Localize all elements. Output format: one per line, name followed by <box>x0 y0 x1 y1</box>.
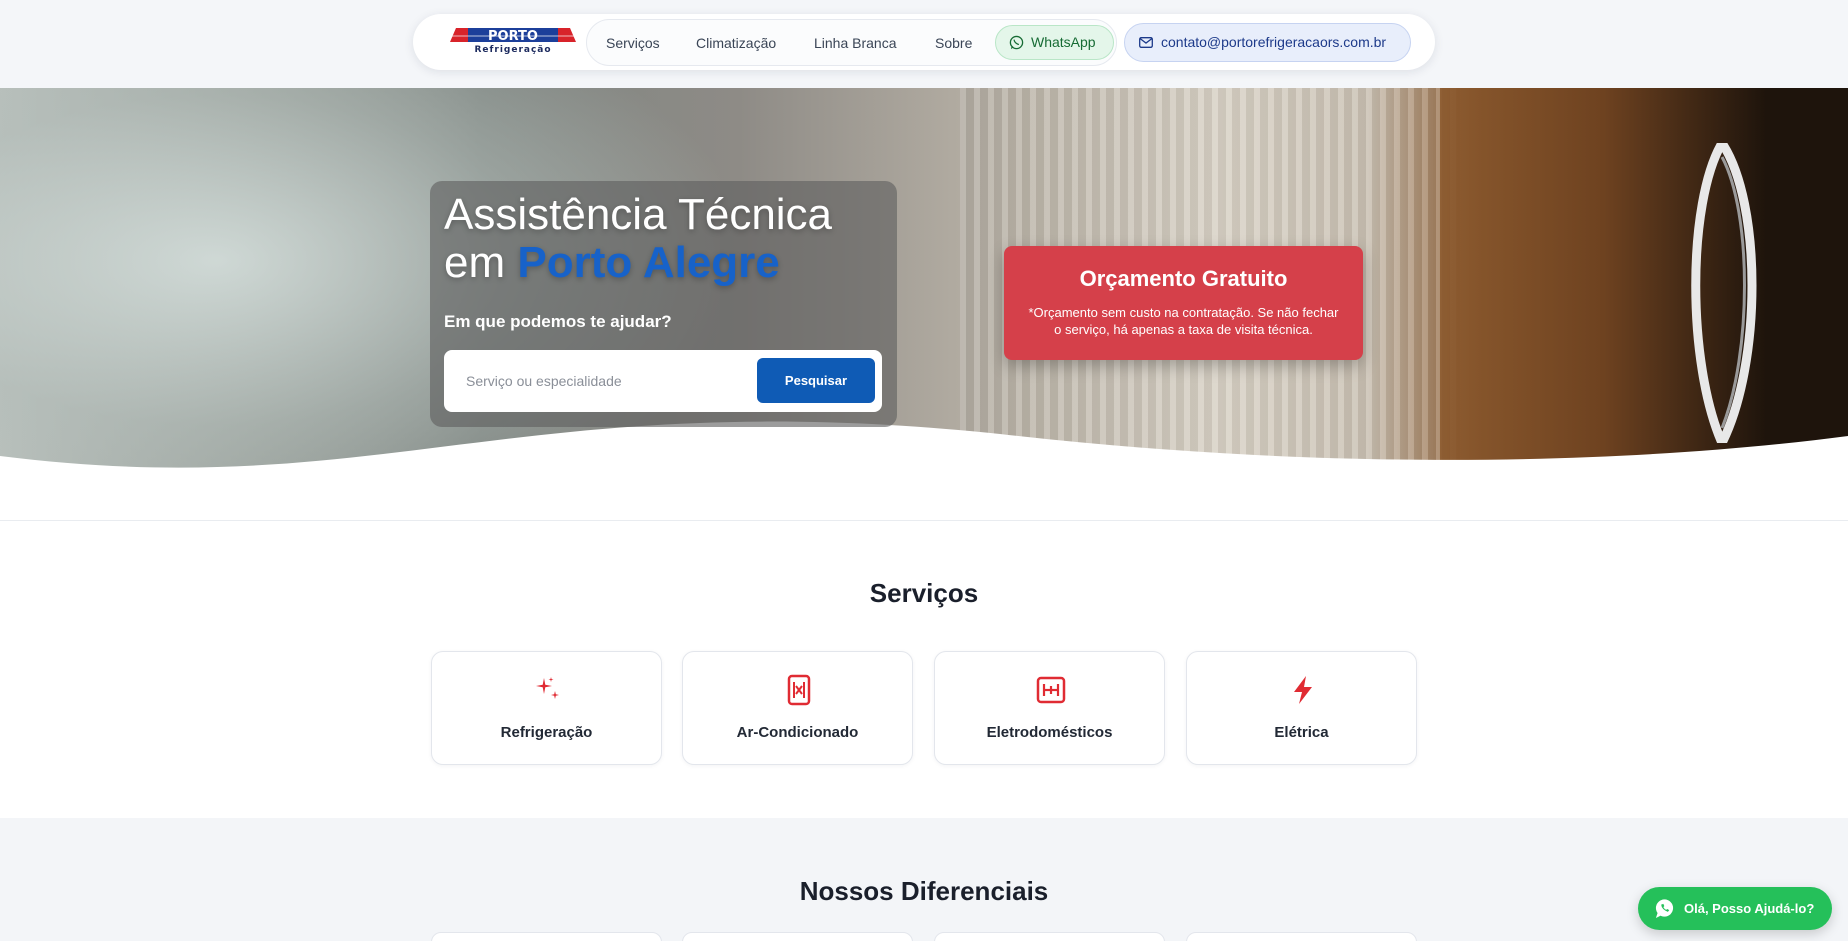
nav-item-sobre[interactable]: Sobre <box>935 20 972 67</box>
service-label: Eletrodomésticos <box>986 724 1113 741</box>
whatsapp-icon <box>1009 35 1024 50</box>
nav-item-climatizacao[interactable]: Climatização <box>696 20 776 67</box>
email-link[interactable]: contato@portorefrigeracaors.com.br <box>1124 23 1411 62</box>
search-button[interactable]: Pesquisar <box>757 358 875 403</box>
brand-logo[interactable]: PORTO Refrigeração <box>450 26 576 56</box>
differential-card <box>1186 932 1417 941</box>
hero-question: Em que podemos te ajudar? <box>444 312 672 331</box>
services-title: Serviços <box>869 578 979 608</box>
logo-text: PORTO <box>488 29 538 44</box>
hero-title: Assistência Técnica em Porto Alegre <box>444 191 884 287</box>
nav-item-linha-branca[interactable]: Linha Branca <box>814 20 897 67</box>
free-quote-banner[interactable]: Orçamento Gratuito *Orçamento sem custo … <box>1004 246 1363 360</box>
service-card-eletrica[interactable]: Elétrica <box>1186 651 1417 765</box>
service-label: Elétrica <box>1274 724 1329 741</box>
lightning-icon <box>1294 676 1312 704</box>
service-card-refrigeracao[interactable]: Refrigeração <box>431 651 662 765</box>
service-label: Refrigeração <box>500 724 593 741</box>
differentials-title: Nossos Diferenciais <box>799 876 1049 906</box>
sparkles-icon <box>536 677 559 699</box>
air-conditioner-icon <box>787 674 811 706</box>
search-box: Pesquisar <box>444 350 882 412</box>
search-input[interactable] <box>466 350 726 412</box>
service-label: Ar-Condicionado <box>736 724 859 741</box>
differential-card <box>682 932 913 941</box>
email-label: contato@portorefrigeracaors.com.br <box>1161 34 1387 50</box>
hero-title-line1: Assistência Técnica <box>444 190 833 239</box>
section-divider <box>0 520 1848 521</box>
mail-icon <box>1139 37 1153 48</box>
fridge-handle-graphic <box>1691 143 1757 443</box>
logo-subtext: Refrigeração <box>474 45 552 55</box>
differential-card <box>934 932 1165 941</box>
quote-note: *Orçamento sem custo na contratação. Se … <box>1028 305 1339 337</box>
service-card-ar-condicionado[interactable]: Ar-Condicionado <box>682 651 913 765</box>
appliance-icon <box>1036 676 1066 704</box>
whatsapp-chat-button[interactable]: Olá, Posso Ajudá-lo? <box>1638 887 1832 930</box>
logo-mark-icon: PORTO <box>450 28 576 44</box>
hero-wave-divider <box>0 421 1848 520</box>
hero-title-accent: Porto Alegre <box>517 238 780 287</box>
whatsapp-icon <box>1655 899 1674 919</box>
chat-label: Olá, Posso Ajudá-lo? <box>1684 901 1815 916</box>
service-card-eletrodomesticos[interactable]: Eletrodomésticos <box>934 651 1165 765</box>
differential-card <box>431 932 662 941</box>
whatsapp-button[interactable]: WhatsApp <box>995 25 1114 60</box>
hero-title-prefix: em <box>444 238 518 287</box>
nav-item-servicos[interactable]: Serviços <box>606 20 660 67</box>
whatsapp-label: WhatsApp <box>1031 34 1096 50</box>
quote-title: Orçamento Gratuito <box>1079 266 1288 291</box>
